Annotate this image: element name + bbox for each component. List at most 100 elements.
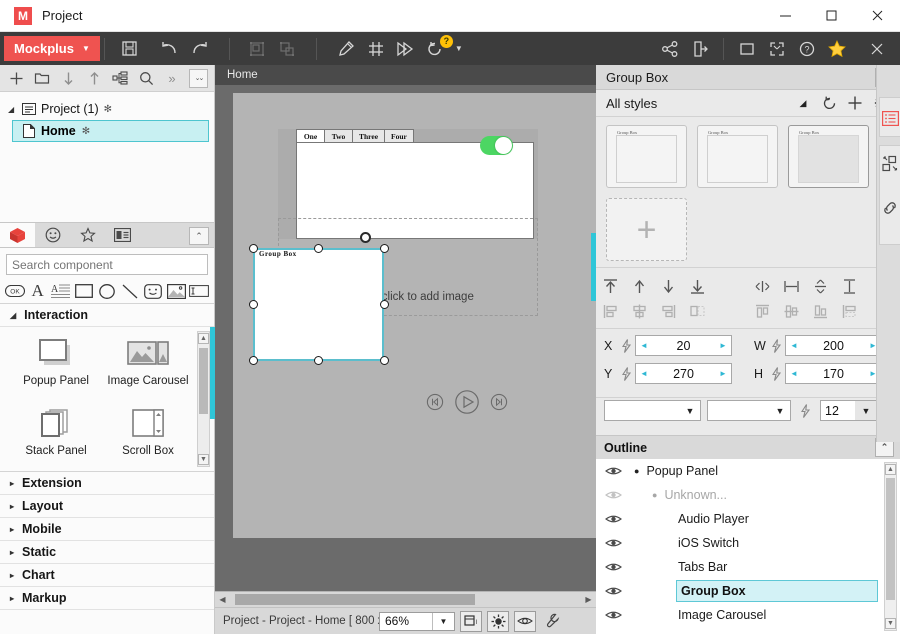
help-icon[interactable]: ? [792,36,822,62]
x-binding-icon[interactable] [618,338,635,353]
outline-item-audio-player[interactable]: Audio Player [596,507,900,531]
add-folder-icon[interactable] [30,67,54,90]
canvas-horizontal-scrollbar[interactable]: ◀ ▶ [215,591,596,607]
zoom-control[interactable]: 66% ▼ [379,611,455,631]
paragraph-icon[interactable]: A [50,280,71,302]
style-card-2[interactable]: Group Box [697,125,778,188]
eye-icon[interactable] [596,513,630,525]
rectangle-icon[interactable] [73,280,94,302]
tree-page-home[interactable]: Home ✻ [12,120,209,142]
redo-icon[interactable] [185,36,215,62]
resize-handle-nw[interactable] [249,244,258,253]
outline-item-popup-panel[interactable]: ● Popup Panel [596,459,900,483]
undo-icon[interactable] [155,36,185,62]
canvas-viewport[interactable]: One Two Three Four Double click to add i… [215,85,596,547]
tree-view-icon[interactable] [108,67,132,90]
align-block-icon[interactable] [835,300,864,323]
component-stack-panel[interactable]: Stack Panel [10,403,102,473]
resize-handle-sw[interactable] [249,356,258,365]
category-layout[interactable]: ▸ Layout [0,495,214,518]
align-top-icon[interactable] [748,300,777,323]
x-value[interactable]: 20 [652,339,715,353]
move-down-icon[interactable] [56,67,80,90]
favorites-tab[interactable] [70,223,105,247]
close-workspace-icon[interactable] [862,36,892,62]
resize-handle-e[interactable] [380,300,389,309]
group-icon[interactable] [242,36,272,62]
more-icon[interactable]: » [160,67,184,90]
font-size-select[interactable]: 12 ▼ [820,400,878,421]
window-icon[interactable] [732,36,762,62]
ellipse-icon[interactable] [96,280,117,302]
category-static[interactable]: ▸ Static [0,541,214,564]
component-scrollbar[interactable]: ▲ ▼ [197,331,210,467]
line-icon[interactable] [120,280,141,302]
h-stepper[interactable]: ◄ 170 ► [785,363,882,384]
star-icon[interactable] [822,36,852,62]
w-binding-icon[interactable] [768,338,785,353]
scroll-up-icon[interactable]: ▲ [885,464,896,475]
category-chart[interactable]: ▸ Chart [0,564,214,587]
tab-four[interactable]: Four [384,129,414,143]
outline-label-selected[interactable]: Group Box [676,580,878,602]
add-page-icon[interactable] [4,67,28,90]
decrement-icon[interactable]: ◄ [636,369,652,378]
eye-off-icon[interactable] [596,489,630,501]
eye-icon[interactable] [596,465,630,477]
w-value[interactable]: 200 [802,339,865,353]
ungroup-icon[interactable] [272,36,302,62]
scroll-down-icon[interactable]: ▼ [885,618,896,629]
category-extension[interactable]: ▸ Extension [0,472,214,495]
emoji-icon[interactable] [143,280,164,302]
search-icon[interactable] [134,67,158,90]
align-right-icon[interactable] [654,300,683,323]
h-binding-icon[interactable] [768,366,785,381]
resize-handle-s[interactable] [314,356,323,365]
mockplus-menu-button[interactable]: Mockplus ▼ [4,36,100,61]
equal-width-icon[interactable] [777,275,806,298]
brightness-icon[interactable] [487,610,509,632]
tab-one[interactable]: One [296,129,324,143]
eye-icon[interactable] [596,609,630,621]
icons-tab[interactable] [35,223,70,247]
ruler-icon[interactable]: I [460,610,482,632]
add-style-icon[interactable] [842,91,868,115]
format-painter-icon[interactable] [331,36,361,62]
refresh-styles-icon[interactable] [816,91,842,115]
tab-two[interactable]: Two [324,129,352,143]
expand-triangle-icon[interactable]: ◢ [8,105,17,114]
align-middle-icon[interactable] [777,300,806,323]
decrement-icon[interactable]: ◄ [636,341,652,350]
align-left-icon[interactable] [596,300,625,323]
align-stretch-icon[interactable] [683,300,712,323]
x-stepper[interactable]: ◄ 20 ► [635,335,732,356]
scroll-down-icon[interactable]: ▼ [198,454,209,465]
input-icon[interactable] [189,280,210,302]
h-value[interactable]: 170 [802,367,865,381]
chevron-down-icon[interactable]: ▼ [432,612,454,630]
rewind-icon[interactable] [426,393,444,411]
outline-item-ios-switch[interactable]: iOS Switch [596,531,900,555]
distribute-vertical-icon[interactable] [806,275,835,298]
preview-icon[interactable] [514,610,536,632]
scroll-right-icon[interactable]: ▶ [581,593,596,607]
scroll-up-icon[interactable]: ▲ [198,333,209,344]
grid-icon[interactable] [361,36,391,62]
resize-handle-w[interactable] [249,300,258,309]
styles-dropdown-icon[interactable]: ◢ [790,91,816,115]
components-tab[interactable] [0,223,35,247]
increment-icon[interactable]: ► [715,369,731,378]
component-image-carousel[interactable]: Image Carousel [102,333,194,403]
outline-item-tabs-bar[interactable]: Tabs Bar [596,555,900,579]
widget-ios-switch[interactable] [480,136,513,155]
scroll-track[interactable] [230,594,581,605]
minimize-icon[interactable] [762,0,808,32]
w-stepper[interactable]: ◄ 200 ► [785,335,882,356]
y-stepper[interactable]: ◄ 270 ► [635,363,732,384]
properties-list-icon[interactable] [879,105,900,131]
outline-item-image-carousel[interactable]: Image Carousel [596,603,900,627]
play-icon[interactable] [454,389,480,415]
category-mobile[interactable]: ▸ Mobile [0,518,214,541]
style-card-3[interactable]: Group Box [788,125,869,188]
component-popup-panel[interactable]: Popup Panel [10,333,102,403]
